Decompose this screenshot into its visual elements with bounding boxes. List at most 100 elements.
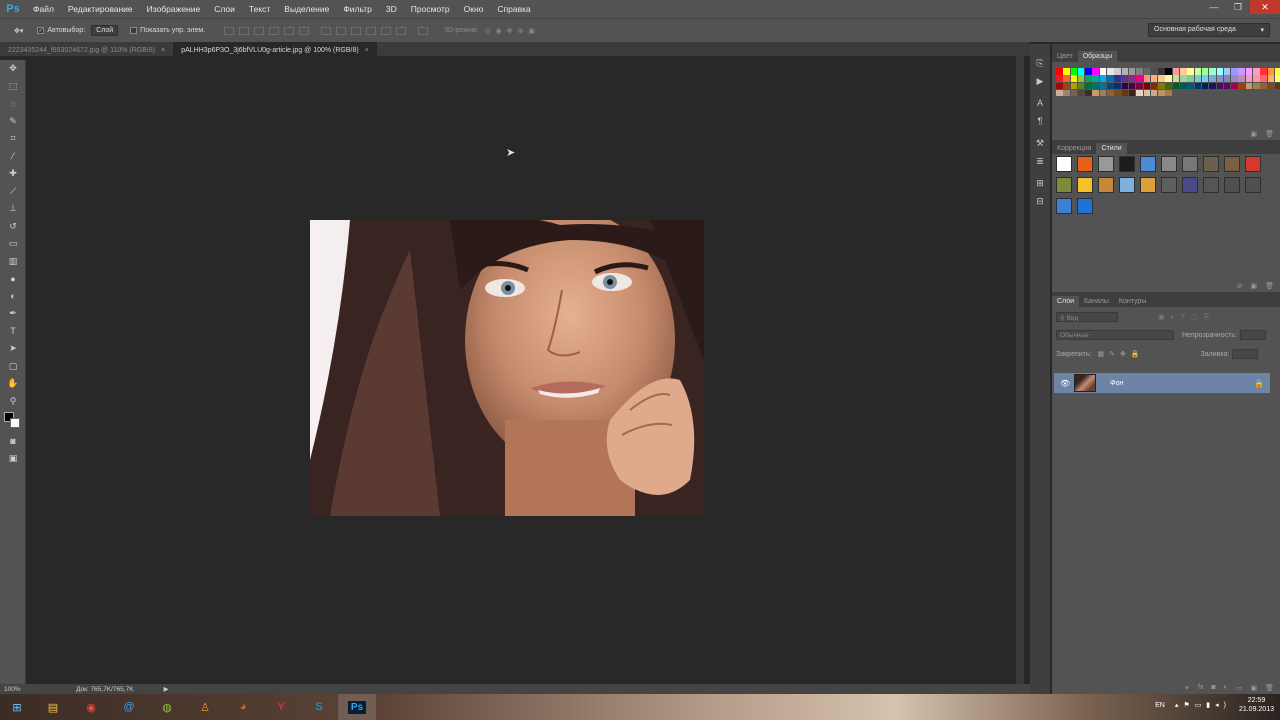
color-swatches[interactable] [0, 410, 25, 432]
clone-source-icon[interactable]: ⊞ [1030, 174, 1050, 192]
document-image[interactable] [310, 220, 704, 516]
menu-file[interactable]: Файл [26, 0, 61, 18]
tab-adjustments[interactable]: Коррекция [1052, 143, 1096, 154]
workspace-dropdown[interactable]: Основная рабочая среда ▾ [1148, 23, 1270, 37]
color-swatch[interactable] [1231, 75, 1238, 82]
shape-tool-icon[interactable]: ▢ [0, 358, 26, 376]
tab-paths[interactable]: Контуры [1114, 296, 1151, 307]
close-icon[interactable]: × [365, 47, 369, 54]
start-button[interactable]: ⊞ [0, 694, 34, 720]
menu-select[interactable]: Выделение [277, 0, 336, 18]
align-left-icon[interactable] [269, 26, 280, 35]
color-swatch[interactable] [1056, 89, 1063, 97]
color-swatch[interactable] [1216, 82, 1224, 90]
color-swatch[interactable] [1085, 68, 1092, 75]
style-swatch[interactable] [1245, 156, 1261, 172]
color-swatch[interactable] [1267, 82, 1275, 90]
color-swatch[interactable] [1128, 82, 1136, 90]
chrome-icon[interactable]: ◉ [72, 694, 110, 720]
color-swatch[interactable] [1180, 75, 1187, 82]
background-color[interactable] [10, 418, 20, 428]
show-controls-checkbox[interactable] [130, 27, 138, 34]
zoom-level[interactable]: 100% [4, 686, 36, 693]
style-swatch[interactable] [1140, 177, 1156, 193]
zoom-tool-icon[interactable]: ⚲ [0, 393, 26, 411]
path-select-tool-icon[interactable]: ➤ [0, 340, 26, 358]
tray-icons[interactable]: ▴⚑▭▮◂) [1175, 701, 1231, 709]
style-swatch[interactable] [1056, 156, 1072, 172]
color-swatch[interactable] [1085, 89, 1092, 97]
vertical-scrollbar[interactable] [1016, 56, 1024, 684]
brush-tool-icon[interactable]: ⟋ [0, 183, 26, 201]
color-swatch[interactable] [1260, 68, 1267, 75]
color-swatch[interactable] [1107, 89, 1114, 97]
trash-icon[interactable]: 🗑 [1265, 684, 1274, 692]
photoshop-taskbar-button[interactable]: Ps [338, 694, 376, 720]
color-swatch[interactable] [1143, 82, 1151, 90]
color-swatch[interactable] [1223, 68, 1231, 75]
gradient-tool-icon[interactable]: ▥ [0, 253, 26, 271]
tab-styles[interactable]: Стили [1096, 143, 1127, 154]
menu-image[interactable]: Изображение [140, 0, 208, 18]
color-swatch[interactable] [1231, 82, 1238, 90]
menu-edit[interactable]: Редактирование [61, 0, 140, 18]
style-swatch[interactable] [1245, 177, 1261, 193]
browser-globe-icon[interactable]: ◍ [148, 694, 186, 720]
autoselect-option[interactable]: ✓ Автовыбор: [37, 27, 85, 34]
tab-document-1[interactable]: 2223435244_f893024672.jpg @ 110% (RGB/8)… [0, 42, 173, 56]
color-swatch[interactable] [1070, 68, 1078, 75]
tool-presets-icon[interactable]: ⚒ [1030, 134, 1050, 152]
color-swatch[interactable] [1231, 68, 1238, 75]
layer-filter-icons[interactable]: ▣◐T▢⎘ [1158, 313, 1215, 322]
fill-field[interactable] [1232, 349, 1259, 359]
color-swatch[interactable] [1143, 75, 1151, 82]
distribute-vcenter-icon[interactable] [336, 26, 347, 35]
new-style-icon[interactable]: ▣ [1250, 282, 1257, 290]
clock[interactable]: 22:59 21.09.2013 [1239, 696, 1274, 714]
style-swatch[interactable] [1140, 156, 1156, 172]
style-swatch[interactable] [1203, 156, 1219, 172]
history-icon[interactable]: ⎘ [1030, 54, 1050, 72]
color-swatch[interactable] [1260, 82, 1267, 90]
color-swatch[interactable] [1114, 68, 1121, 75]
color-swatch[interactable] [1158, 82, 1165, 90]
menu-layers[interactable]: Слои [207, 0, 242, 18]
style-swatch[interactable] [1182, 156, 1198, 172]
style-swatch[interactable] [1224, 177, 1240, 193]
color-swatch[interactable] [1158, 89, 1165, 97]
color-swatch[interactable] [1136, 82, 1143, 90]
color-swatch[interactable] [1114, 82, 1121, 90]
color-swatch[interactable] [1077, 82, 1085, 90]
lock-icons[interactable]: ▦✎✥🔒 [1097, 350, 1144, 358]
color-swatch[interactable] [1056, 82, 1063, 90]
move-tool-preset-icon[interactable]: ✥▾ [14, 27, 23, 35]
color-swatch[interactable] [1209, 68, 1216, 75]
color-swatch[interactable] [1209, 75, 1216, 82]
brush-settings-icon[interactable]: ≣ [1030, 152, 1050, 170]
style-swatch[interactable] [1077, 177, 1093, 193]
color-swatch[interactable] [1274, 75, 1280, 82]
color-swatch[interactable] [1158, 68, 1165, 75]
style-swatch[interactable] [1182, 177, 1198, 193]
style-swatch[interactable] [1203, 177, 1219, 193]
color-swatch[interactable] [1092, 89, 1099, 97]
color-swatch[interactable] [1158, 75, 1165, 82]
style-swatch[interactable] [1224, 156, 1240, 172]
healing-brush-tool-icon[interactable]: ✚ [0, 165, 26, 183]
color-swatch[interactable] [1150, 68, 1158, 75]
color-swatch[interactable] [1063, 68, 1070, 75]
color-swatch[interactable] [1187, 82, 1194, 90]
color-swatch[interactable] [1070, 82, 1078, 90]
character-icon[interactable]: A [1030, 94, 1050, 112]
color-swatch[interactable] [1099, 82, 1107, 90]
color-swatch[interactable] [1085, 82, 1092, 90]
color-swatch[interactable] [1260, 75, 1267, 82]
style-swatch[interactable] [1077, 198, 1093, 214]
color-swatch[interactable] [1216, 68, 1224, 75]
group-icon[interactable]: ▭ [1236, 684, 1243, 692]
actions-play-icon[interactable]: ▶ [1030, 72, 1050, 90]
explorer-icon[interactable]: ▤ [34, 694, 72, 720]
color-swatch[interactable] [1253, 68, 1260, 75]
layer-name[interactable]: Фон [1110, 380, 1123, 387]
align-hcenter-icon[interactable] [284, 26, 295, 35]
